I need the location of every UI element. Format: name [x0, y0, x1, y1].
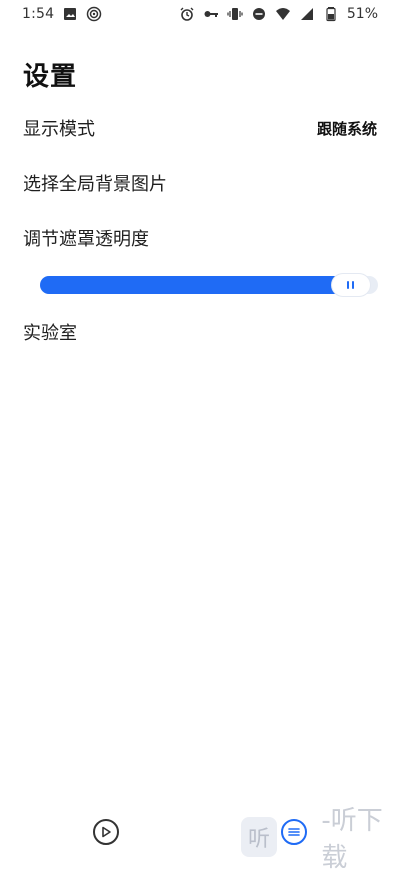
background-image-row[interactable]: 选择全局背景图片	[23, 165, 377, 201]
watermark-text: -听下载	[321, 806, 383, 873]
bottom-bar: 听 -听下载	[0, 806, 400, 873]
battery-percent: 51%	[346, 6, 378, 22]
menu-button[interactable]	[281, 819, 307, 845]
image-icon	[62, 6, 78, 22]
slider-track[interactable]	[40, 274, 378, 296]
battery-icon	[323, 6, 339, 22]
watermark: 听 -听下载	[241, 806, 400, 873]
key-icon	[203, 6, 219, 22]
slider-thumb[interactable]	[331, 274, 370, 296]
display-mode-value[interactable]: 跟随系统	[317, 118, 377, 139]
signal-icon	[299, 6, 315, 22]
status-bar: 1:54 51%	[0, 0, 400, 28]
status-right: 51%	[179, 6, 378, 22]
watermark-logo: 听	[241, 817, 277, 857]
play-icon	[102, 826, 111, 838]
background-image-label: 选择全局背景图片	[23, 174, 167, 195]
mask-opacity-label: 调节遮罩透明度	[23, 229, 149, 250]
wifi-icon	[275, 6, 291, 22]
page-title: 设置	[23, 62, 78, 92]
slider-fill	[40, 276, 351, 294]
vibrate-icon	[227, 6, 243, 22]
status-time: 1:54	[22, 6, 55, 22]
status-left: 1:54	[22, 6, 102, 22]
alarm-icon	[179, 6, 195, 22]
play-button[interactable]	[93, 819, 119, 845]
display-mode-row[interactable]: 显示模式 跟随系统	[23, 110, 377, 146]
thumb-grip-left	[347, 281, 350, 289]
mask-opacity-row: 调节遮罩透明度	[23, 220, 377, 256]
menu-icon	[288, 828, 300, 836]
lab-row[interactable]: 实验室	[23, 314, 377, 350]
display-mode-label: 显示模式	[23, 119, 95, 140]
mask-opacity-slider[interactable]	[40, 274, 378, 296]
dnd-icon	[251, 6, 267, 22]
thumb-grip-right	[352, 281, 355, 289]
broadcast-icon	[86, 6, 102, 22]
lab-label: 实验室	[23, 323, 77, 344]
